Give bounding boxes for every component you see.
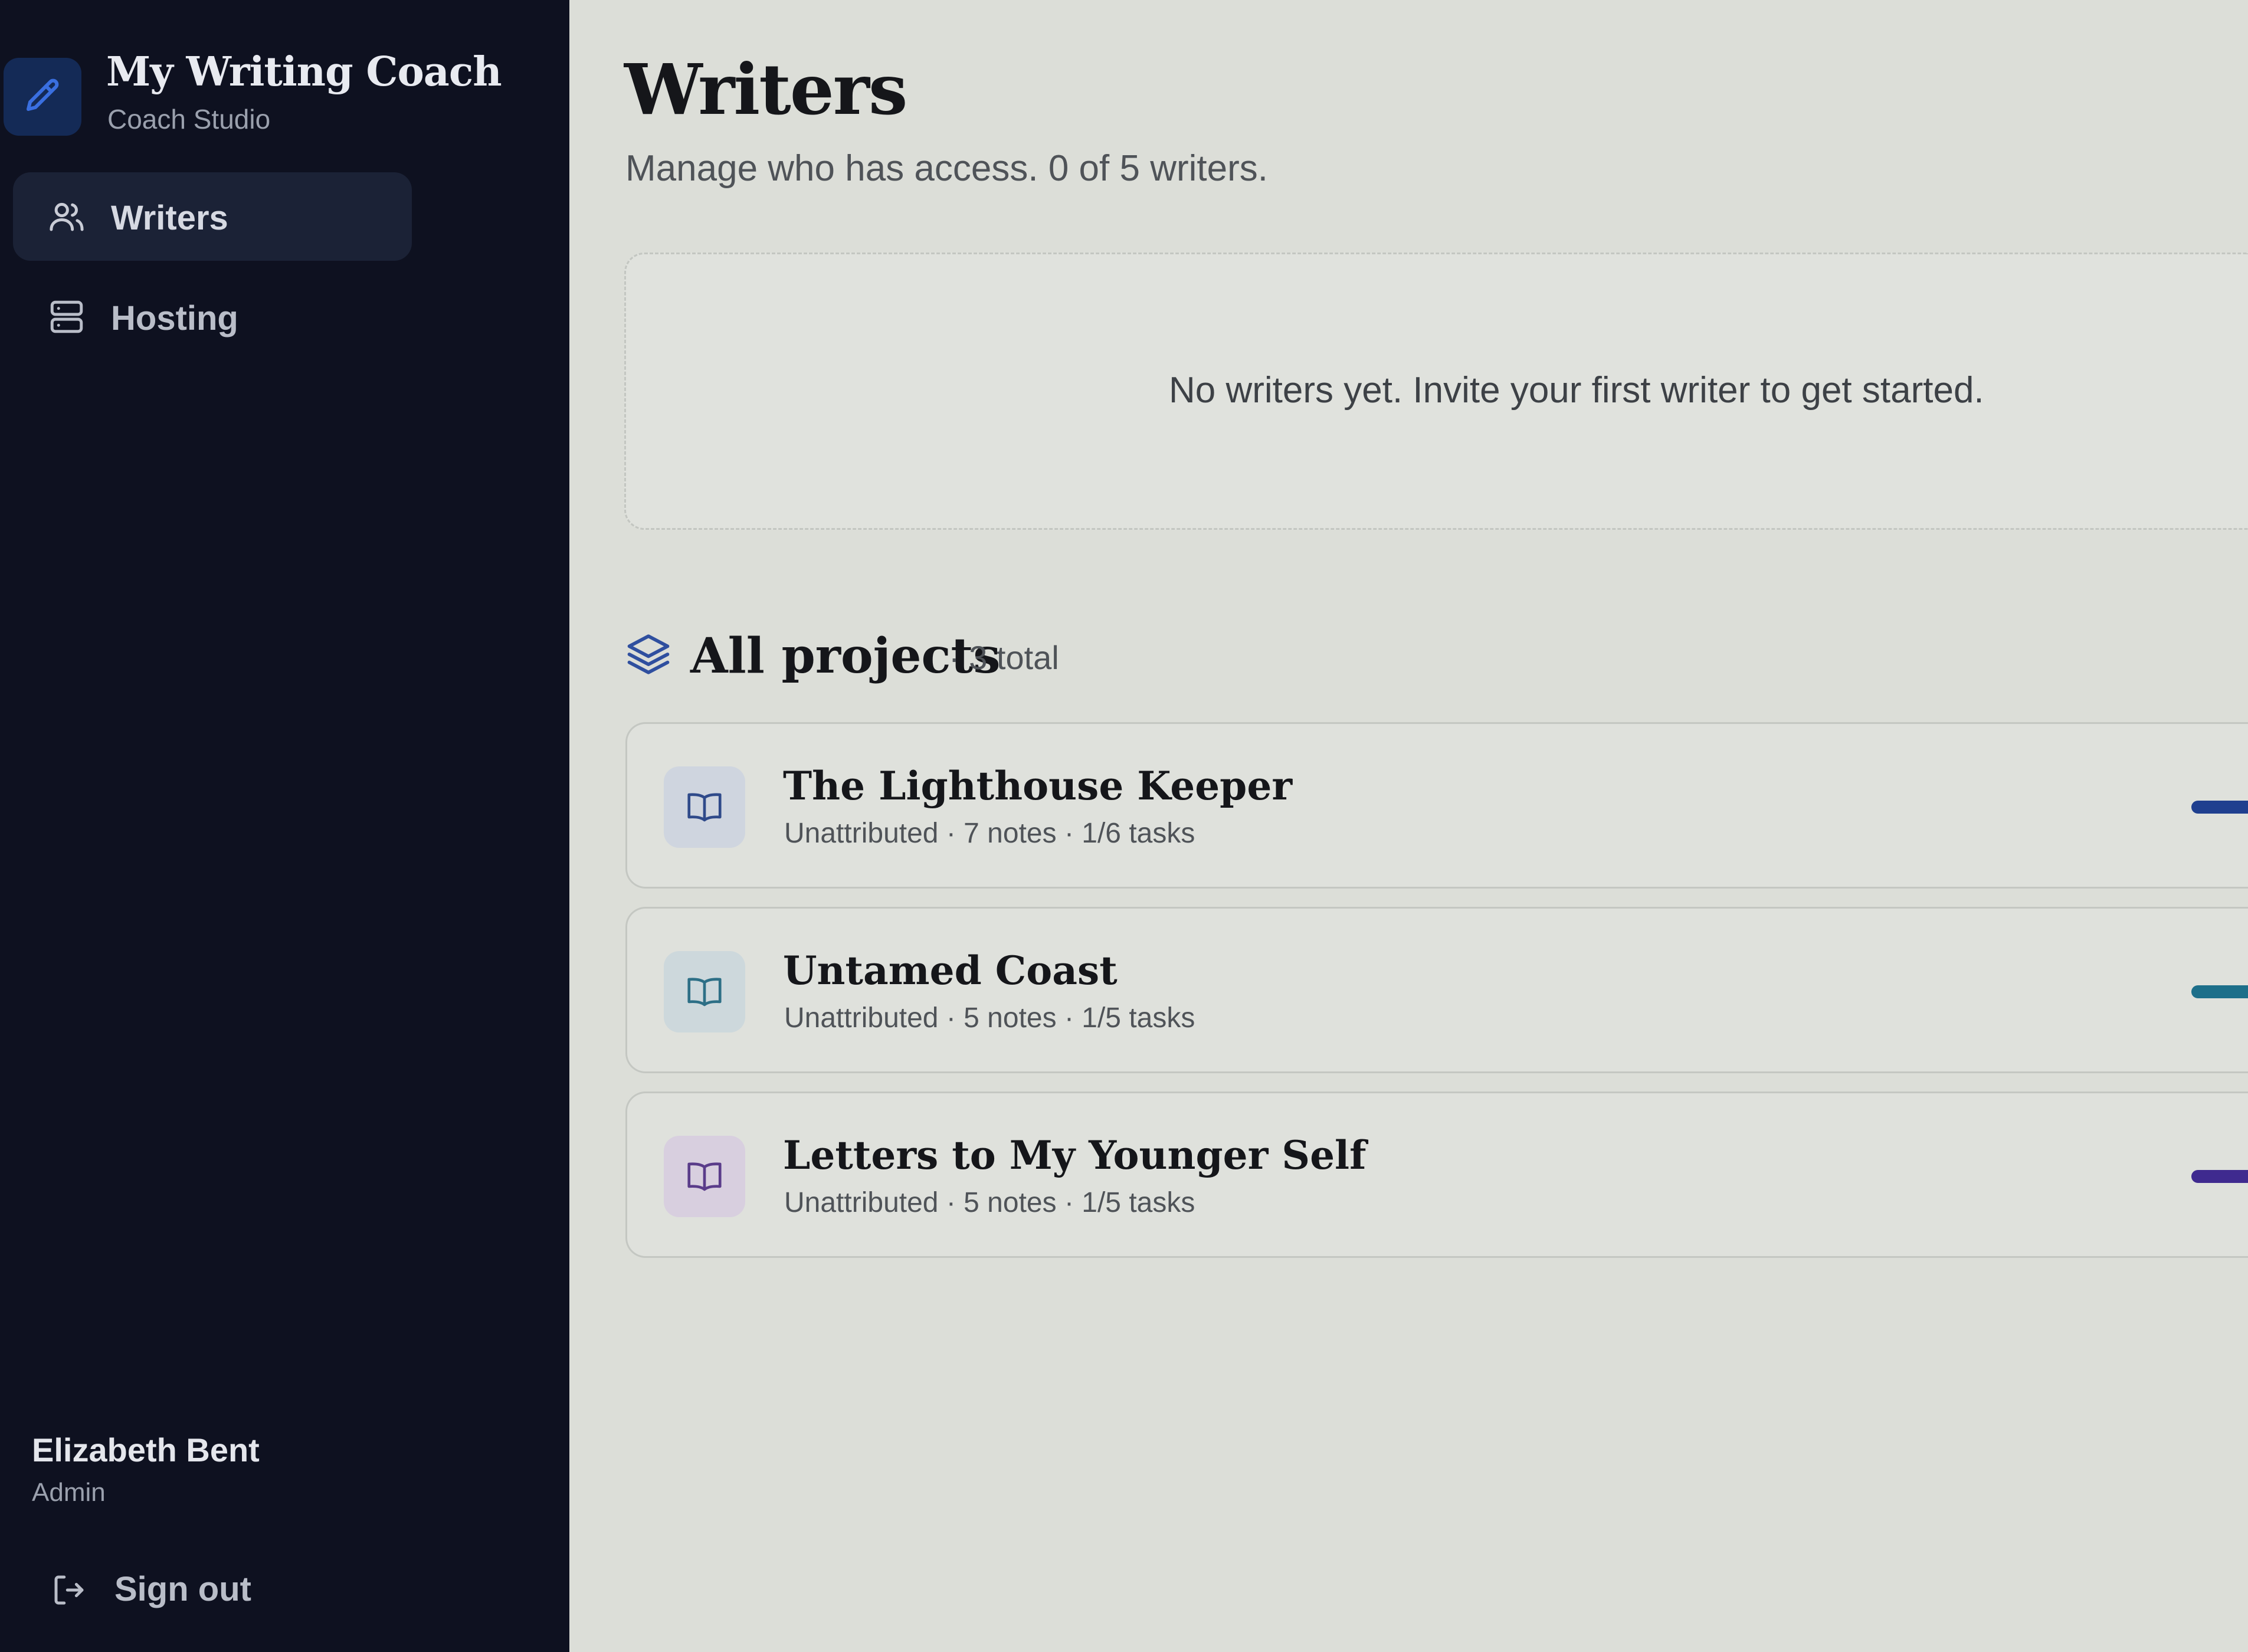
empty-writers-card: No writers yet. Invite your first writer… (624, 253, 2248, 530)
sidebar-item-label: Writers (111, 199, 228, 237)
project-name: The Lighthouse Keeper (783, 763, 1293, 809)
log-out-icon (50, 1571, 89, 1610)
user-role: Admin (32, 1478, 106, 1507)
projects-count: · 3 total (949, 639, 1059, 676)
project-accent-bar (2191, 1170, 2248, 1183)
pen-icon (4, 58, 81, 136)
project-meta: Unattributed · 5 notes · 1/5 tasks (784, 1002, 1195, 1034)
empty-state-message: No writers yet. Invite your first writer… (1169, 370, 1984, 411)
project-name: Untamed Coast (783, 948, 1118, 994)
page-title: Writers (624, 48, 907, 130)
app-title: My Writing Coach (106, 48, 502, 96)
server-icon (47, 297, 86, 336)
project-row[interactable]: The Lighthouse Keeper Unattributed · 7 n… (625, 722, 2248, 889)
project-row[interactable]: Letters to My Younger Self Unattributed … (625, 1092, 2248, 1258)
sidebar-item-label: Hosting (111, 299, 238, 337)
project-accent-bar (2191, 985, 2248, 998)
app-subtitle: Coach Studio (107, 104, 271, 135)
users-icon (47, 197, 86, 236)
project-accent-bar (2191, 801, 2248, 814)
project-name: Letters to My Younger Self (783, 1132, 1367, 1178)
projects-header: All projects · 3 total (624, 625, 1509, 696)
sidebar-item-hosting[interactable]: Hosting (13, 273, 412, 361)
layers-icon (624, 630, 673, 678)
book-open-icon (664, 951, 745, 1032)
page-subtitle: Manage who has access. 0 of 5 writers. (625, 148, 1268, 189)
project-row[interactable]: Untamed Coast Unattributed · 5 notes · 1… (625, 907, 2248, 1073)
project-meta: Unattributed · 7 notes · 1/6 tasks (784, 818, 1195, 849)
user-name: Elizabeth Bent (32, 1431, 260, 1469)
brand: My Writing Coach Coach Studio (0, 24, 569, 136)
project-meta: Unattributed · 5 notes · 1/5 tasks (784, 1187, 1195, 1218)
sign-out-button[interactable]: Sign out (35, 1558, 342, 1622)
sign-out-label: Sign out (114, 1570, 251, 1608)
book-open-icon (664, 1136, 745, 1217)
sidebar-item-writers[interactable]: Writers (13, 172, 412, 261)
sidebar: My Writing Coach Coach Studio Writers Ho… (0, 0, 569, 1652)
book-open-icon (664, 766, 745, 848)
